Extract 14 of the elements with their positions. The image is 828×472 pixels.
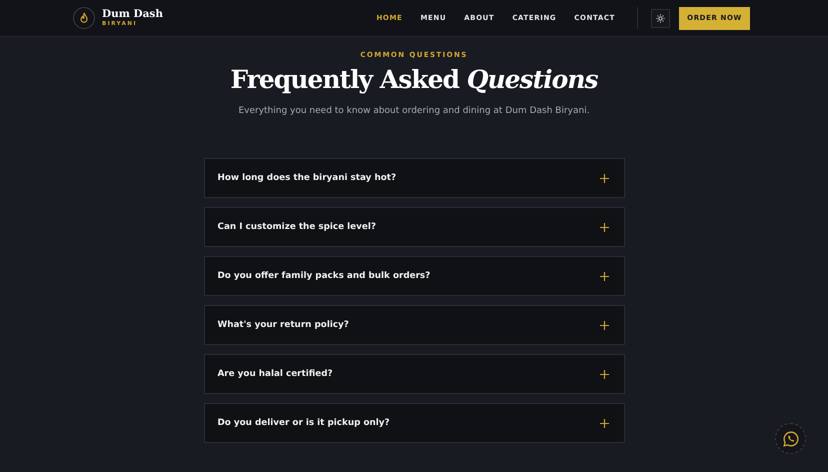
faq-item[interactable]: Do you deliver or is it pickup only? [204, 403, 624, 443]
faq-item[interactable]: Do you offer family packs and bulk orders? [204, 256, 624, 296]
phone-chat-icon [782, 430, 798, 446]
faq-item[interactable]: How long does the biryani stay hot? [204, 158, 624, 198]
faq-item[interactable]: Can I customize the spice level? [204, 207, 624, 247]
brand-name: Dum Dash [102, 9, 163, 20]
chat-button[interactable] [775, 423, 806, 454]
sun-icon [656, 14, 665, 22]
section-subtitle: Everything you need to know about ordering and dining at Dum Dash Biryani. [238, 106, 590, 116]
flame-icon [73, 7, 95, 29]
section-title: Frequently Asked Questions [230, 65, 598, 94]
theme-toggle-button[interactable] [651, 8, 670, 28]
faq-item[interactable]: Are you halal certified? [204, 354, 624, 394]
faq-item[interactable]: What's your return policy? [204, 305, 624, 345]
